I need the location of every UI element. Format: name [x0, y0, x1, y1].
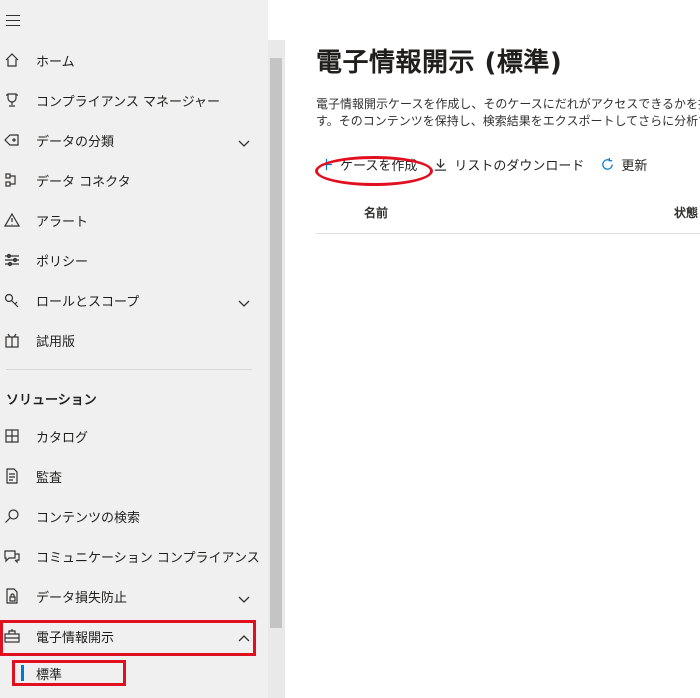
page-description: 電子情報開示ケースを作成し、そのケースにだれがアクセスできるかを指 す。そのコン… [316, 96, 700, 130]
nav-subitem-standard[interactable]: 標準 [12, 660, 126, 686]
selected-indicator [21, 665, 24, 681]
trophy-icon [4, 92, 20, 108]
key-icon [4, 292, 20, 308]
nav-item-trials[interactable]: 試用版 [0, 322, 262, 358]
nav-item-roles-scopes[interactable]: ロールとスコープ [0, 282, 262, 318]
create-case-label: ケースを作成 [340, 158, 418, 174]
nav-item-label: ロールとスコープ [36, 294, 140, 310]
scrollbar-thumb[interactable] [270, 58, 282, 628]
nav-item-label: 電子情報開示 [36, 630, 115, 646]
sliders-icon [4, 252, 20, 268]
plus-icon [320, 158, 333, 170]
nav-item-ediscovery[interactable]: 電子情報開示 [0, 618, 262, 654]
nav-item-data-connectors[interactable]: データ コネクタ [0, 162, 262, 198]
nav-item-label: データ コネクタ [36, 174, 131, 190]
home-icon [4, 52, 20, 68]
nav-item-label: データの分類 [36, 134, 115, 150]
connector-icon [4, 172, 20, 188]
search-icon [4, 508, 20, 524]
download-list-label: リストのダウンロード [454, 158, 585, 174]
refresh-label: 更新 [621, 158, 648, 174]
nav-item-compliance-manager[interactable]: コンプライアンス マネージャー [0, 82, 262, 118]
sidebar-divider [6, 369, 252, 370]
nav-item-audit[interactable]: 監査 [0, 458, 262, 494]
nav-item-label: データ損失防止 [36, 590, 128, 606]
catalog-icon [4, 428, 20, 444]
chevron-down-icon[interactable] [238, 134, 250, 147]
chat-icon [4, 548, 20, 564]
main-content: 電子情報開示 (標準) 電子情報開示ケースを作成し、そのケースにだれがアクセスで… [285, 0, 700, 698]
nav-item-label: コンテンツの検索 [36, 510, 141, 526]
hamburger-menu-icon[interactable] [6, 14, 20, 26]
nav-item-content-search[interactable]: コンテンツの検索 [0, 498, 262, 534]
chevron-down-icon[interactable] [238, 590, 250, 603]
lock-icon [4, 588, 20, 604]
page-title: 電子情報開示 (標準) [316, 48, 563, 78]
description-line-2: す。そのコンテンツを保持し、検索結果をエクスポートしてさらに分析する [316, 114, 700, 128]
trial-icon [4, 332, 20, 348]
download-list-button[interactable]: リストのダウンロード [433, 155, 584, 174]
nav-subitem-label: 標準 [36, 667, 63, 683]
nav-item-policies[interactable]: ポリシー [0, 242, 262, 278]
column-header-name[interactable]: 名前 [364, 204, 388, 221]
create-case-button[interactable]: ケースを作成 [315, 155, 433, 186]
sidebar-topbar [0, 0, 268, 40]
refresh-button[interactable]: 更新 [600, 155, 647, 174]
nav-item-home[interactable]: ホーム [0, 42, 262, 78]
column-header-status[interactable]: 状態 [674, 204, 698, 221]
sidebar: ホーム コンプライアンス マネージャー データの分類 データ コネクタ アラート… [0, 0, 268, 698]
chevron-down-icon[interactable] [238, 294, 250, 307]
briefcase-icon [4, 628, 20, 644]
nav-item-communication-compliance[interactable]: コミュニケーション コンプライアンス [0, 538, 262, 574]
nav-item-label: 監査 [36, 470, 63, 486]
nav-item-catalog[interactable]: カタログ [0, 418, 262, 454]
nav-item-alerts[interactable]: アラート [0, 202, 262, 238]
table-header: 名前 状態 [316, 198, 700, 234]
sidebar-scrollbar[interactable] [268, 40, 285, 698]
nav-item-label: ホーム [36, 54, 75, 70]
nav-item-label: 試用版 [36, 334, 76, 350]
tag-icon [4, 132, 20, 148]
warning-icon [4, 212, 20, 228]
chevron-up-icon[interactable] [238, 630, 250, 642]
refresh-icon [602, 157, 614, 170]
nav-item-label: コンプライアンス マネージャー [36, 94, 221, 110]
nav-item-label: コミュニケーション コンプライアンス [36, 550, 260, 566]
command-bar: ケースを作成 リストのダウンロード 更新 [315, 150, 647, 186]
nav-item-data-loss-prevention[interactable]: データ損失防止 [0, 578, 262, 614]
nav-item-data-classification[interactable]: データの分類 [0, 122, 262, 158]
description-line-1: 電子情報開示ケースを作成し、そのケースにだれがアクセスできるかを指 [316, 97, 700, 111]
nav-item-label: カタログ [36, 430, 89, 446]
audit-icon [4, 468, 20, 484]
download-icon [435, 158, 447, 171]
section-header-solutions: ソリューション [6, 393, 97, 408]
nav-item-label: ポリシー [36, 254, 89, 270]
nav-item-label: アラート [36, 214, 89, 230]
